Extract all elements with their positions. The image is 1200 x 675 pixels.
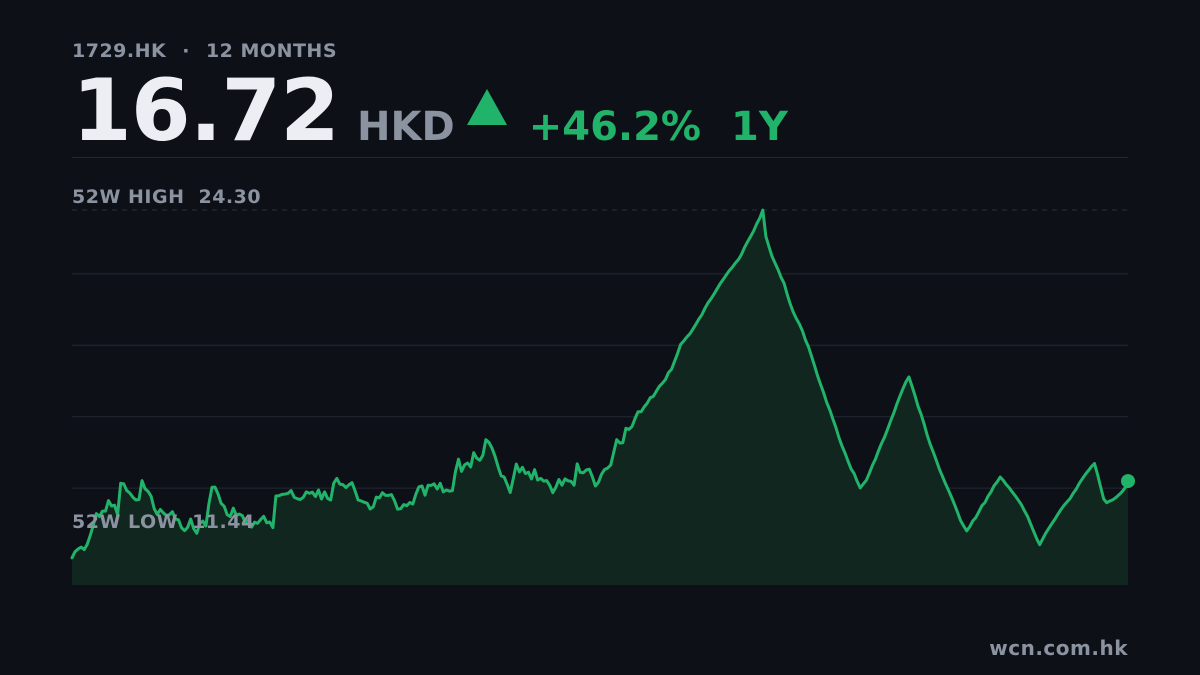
52w-low-caption: 52W LOW: [72, 511, 179, 533]
gridlines: [72, 273, 1128, 489]
52w-high-caption: 52W HIGH: [72, 186, 185, 208]
current-price: 16.72: [72, 61, 340, 161]
up-triangle-icon: [466, 89, 507, 125]
52w-high-value: 24.30: [198, 186, 262, 208]
range-label: 12 MONTHS: [205, 40, 338, 62]
currency-code: HKD: [357, 104, 455, 150]
last-price-dot: [1121, 474, 1135, 489]
quote-row: 16.72 HKD +46.2% 1Y: [72, 68, 788, 154]
header-divider: [72, 157, 1128, 158]
52w-low-label: 52W LOW 11.44: [72, 511, 255, 533]
meta-separator: ·: [182, 40, 190, 62]
site-watermark: wcn.com.hk: [989, 636, 1128, 660]
percent-change: +46.2%: [528, 104, 702, 150]
period-label: 1Y: [731, 104, 788, 150]
header-meta: 1729.HK · 12 MONTHS: [72, 40, 337, 62]
ticker-symbol: 1729.HK: [72, 40, 167, 62]
52w-high-label: 52W HIGH 24.30: [72, 186, 261, 208]
52w-low-value: 11.44: [192, 511, 255, 533]
